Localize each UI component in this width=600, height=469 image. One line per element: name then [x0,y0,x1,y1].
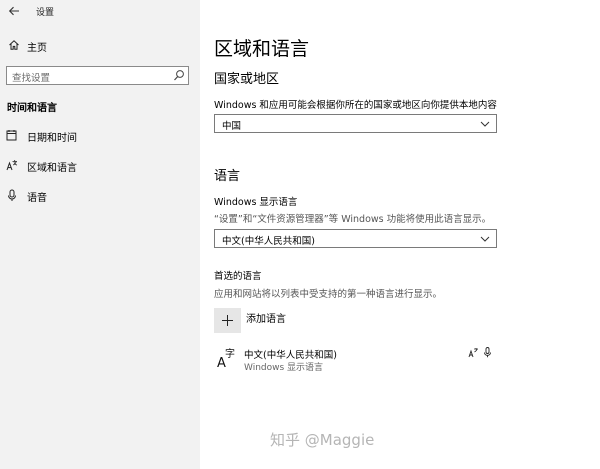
page-title: 区域和语言 [214,38,310,60]
sidebar-item-label: 日期和时间 [27,133,77,144]
back-arrow-icon[interactable] [7,4,21,18]
nav-home-label: 主页 [27,43,47,54]
language-heading: 语言 [214,169,241,184]
country-heading: 国家或地区 [214,72,280,87]
country-select-value: 中国 [222,121,242,132]
microphone-icon [484,347,491,358]
display-language-select[interactable]: 中文(中华人民共和国) [214,229,497,248]
settings-sidebar: 设置 主页 查找设置 时间和语言 日期和时间 区域和语言 语音 [0,0,200,469]
home-icon [9,40,19,50]
settings-main: 区域和语言 国家或地区 Windows 和应用可能会根据你所在的国家或地区向你提… [200,0,600,469]
calendar-clock-icon [6,130,17,141]
sidebar-item-label: 语音 [27,193,47,204]
microphone-icon [8,189,16,201]
language-glyph-icon: A 字 [217,347,235,369]
display-language-feature-icon [468,348,478,358]
sidebar-item-speech[interactable]: 语音 [0,186,200,206]
add-language-button[interactable] [214,308,241,333]
title-bar: 设置 [0,0,200,24]
search-input[interactable]: 查找设置 [6,66,189,85]
chevron-down-icon [480,236,490,242]
country-description: Windows 和应用可能会根据你所在的国家或地区向你提供本地内容 [214,100,497,111]
app-title: 设置 [36,8,55,18]
nav-home[interactable]: 主页 [0,36,200,56]
display-language-value: 中文(中华人民共和国) [222,236,315,247]
language-name: 中文(中华人民共和国) [244,350,337,361]
search-placeholder: 查找设置 [12,73,51,84]
watermark: 知乎 @Maggie [270,431,375,449]
sidebar-section-label: 时间和语言 [7,103,57,114]
search-icon[interactable] [173,69,185,82]
preferred-languages-label: 首选的语言 [214,271,262,282]
preferred-languages-description: 应用和网站将以列表中受支持的第一种语言进行显示。 [214,289,443,300]
chevron-down-icon [480,121,490,127]
svg-text:字: 字 [225,347,235,360]
display-language-description: “设置”和“文件资源管理器”等 Windows 功能将使用此语言显示。 [214,214,492,225]
plus-icon [222,315,233,326]
sidebar-item-date-time[interactable]: 日期和时间 [0,126,200,146]
display-language-label: Windows 显示语言 [214,197,298,208]
sidebar-item-label: 区域和语言 [27,163,77,174]
language-list-item[interactable]: A 字 中文(中华人民共和国) Windows 显示语言 [214,344,497,374]
add-language-label[interactable]: 添加语言 [246,310,286,325]
sidebar-item-region-language[interactable]: 区域和语言 [0,156,200,176]
region-language-icon [6,160,18,171]
language-subtitle: Windows 显示语言 [244,363,324,373]
country-select[interactable]: 中国 [214,114,497,133]
